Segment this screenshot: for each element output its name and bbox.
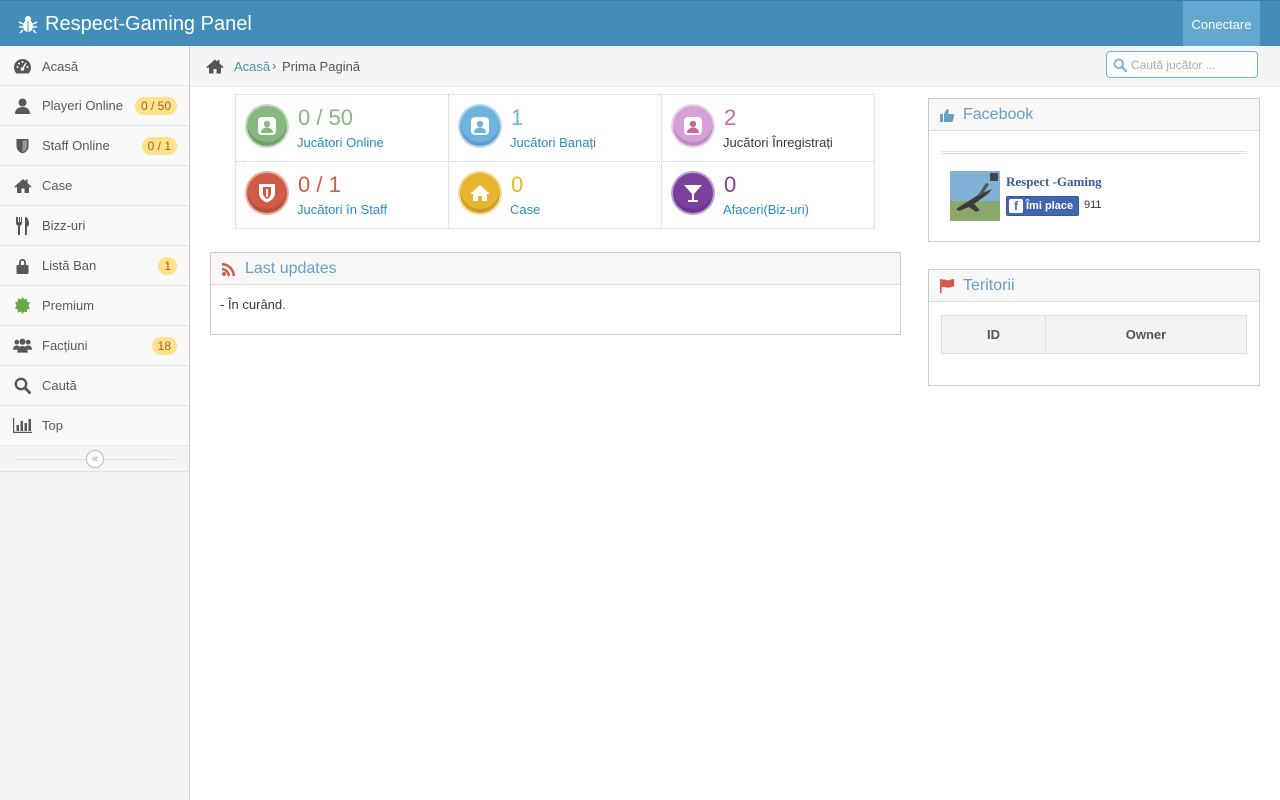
sidebar-item-label: Top [42, 418, 63, 433]
thumbs-up-icon [940, 108, 955, 122]
connect-button[interactable]: Conectare [1183, 1, 1260, 47]
divider [941, 151, 1247, 154]
infobox-link[interactable]: Jucători în Staff [297, 202, 387, 217]
sidebar-item-staff-online[interactable]: Staff Online 0 / 1 [0, 126, 189, 166]
flag-icon [940, 278, 955, 293]
group-icon [13, 336, 32, 355]
infobox-link[interactable]: Jucători Banați [510, 135, 596, 150]
sidebar-item-label: Facțiuni [42, 338, 88, 353]
user-icon [671, 104, 715, 148]
infobox-link[interactable]: Case [510, 202, 540, 217]
sidebar-item-playeri-online[interactable]: Playeri Online 0 / 50 [0, 86, 189, 126]
sidebar-item-premium[interactable]: Premium [0, 286, 189, 326]
like-label: Îmi place [1026, 200, 1074, 212]
teritorii-widget: Teritorii ID Owner [928, 269, 1260, 386]
brand-title: Respect-Gaming Panel [45, 12, 252, 35]
like-count: 911 [1084, 199, 1102, 211]
search-form [1106, 51, 1258, 78]
cutlery-icon [13, 216, 32, 235]
sidebar-item-label: Case [42, 178, 73, 193]
lock-icon [13, 256, 32, 275]
search-icon [13, 376, 32, 395]
facebook-icon: f [1009, 199, 1023, 213]
infobox-jucatori-inregistrati: 2 Jucători Înregistrați [662, 95, 875, 162]
widget-body-text: - În curând. [220, 297, 286, 312]
widget-title: Last updates [245, 259, 337, 277]
sidebar-item-label: Caută [42, 378, 77, 393]
infobox-jucatori-staff: 0 / 1 Jucători în Staff [236, 162, 449, 229]
count-badge: 1 [158, 257, 177, 275]
sidebar-item-label: Acasă [42, 58, 79, 74]
sidebar-collapse: « [0, 446, 189, 472]
brand[interactable]: Respect-Gaming Panel [18, 1, 252, 47]
shield-icon [245, 171, 289, 215]
infobox-value: 0 / 50 [298, 105, 354, 130]
sidebar-item-label: Bizz-uri [42, 218, 86, 233]
infobox-value: 0 / 1 [298, 172, 341, 197]
infobox-value: 0 [724, 172, 737, 197]
navbar: Respect-Gaming Panel Conectare [0, 0, 1280, 47]
sidebar-item-top[interactable]: Top [0, 406, 189, 446]
certificate-icon [13, 296, 32, 315]
infobox-link[interactable]: Afaceri(Biz-uri) [723, 202, 809, 217]
bar-chart-icon [13, 416, 32, 435]
search-icon [1113, 58, 1127, 72]
table-header-row: ID Owner [941, 315, 1247, 354]
sidebar-item-acasa[interactable]: Acasă [0, 46, 189, 86]
infobox-value: 1 [511, 105, 524, 130]
bug-icon [18, 16, 38, 34]
infobox-afaceri: 0 Afaceri(Biz-uri) [662, 162, 875, 229]
sidebar-item-label: Playeri Online [42, 98, 123, 113]
sidebar: Acasă Playeri Online 0 / 50 Staff Online… [0, 46, 190, 800]
sidebar-item-lista-ban[interactable]: Listă Ban 1 [0, 246, 189, 286]
breadcrumb: Acasă › Prima Pagină [190, 46, 1280, 87]
infobox-link[interactable]: Jucători Online [297, 135, 384, 150]
page-avatar[interactable] [950, 171, 1000, 221]
column-header-owner[interactable]: Owner [1045, 315, 1247, 354]
shield-icon [13, 136, 32, 155]
widget-title: Teritorii [963, 276, 1015, 294]
infobox-case: 0 Case [449, 162, 662, 229]
infobox-value: 2 [724, 105, 737, 130]
home-icon[interactable] [206, 57, 224, 75]
facebook-widget: Facebook Respect -Gaming f Îmi place 911 [928, 98, 1260, 242]
user-icon [458, 104, 502, 148]
count-badge: 0 / 50 [134, 97, 177, 115]
home-icon [13, 176, 32, 195]
count-badge: 0 / 1 [141, 137, 177, 155]
rss-icon [222, 262, 235, 276]
count-badge: 18 [151, 337, 177, 355]
sidebar-item-factiuni[interactable]: Facțiuni 18 [0, 326, 189, 366]
double-angle-left-icon[interactable]: « [86, 450, 104, 468]
widget-header: Facebook [929, 99, 1259, 131]
sidebar-item-cauta[interactable]: Caută [0, 366, 189, 406]
breadcrumb-separator: › [272, 58, 277, 73]
breadcrumb-current: Prima Pagină [282, 59, 361, 74]
widget-title: Facebook [963, 105, 1034, 123]
infobox-container: 0 / 50 Jucători Online 1 Jucători Banați… [235, 94, 875, 229]
widget-header: Teritorii [929, 270, 1259, 302]
dashboard-icon [13, 57, 32, 76]
like-button[interactable]: f Îmi place [1006, 196, 1080, 216]
last-updates-widget: Last updates - În curând. [210, 252, 901, 335]
sidebar-item-label: Listă Ban [42, 258, 97, 273]
infobox-jucatori-banati: 1 Jucători Banați [449, 95, 662, 162]
sidebar-item-label: Premium [42, 298, 95, 313]
user-icon [245, 104, 289, 148]
teritorii-table: ID Owner [941, 315, 1247, 354]
infobox-jucatori-online: 0 / 50 Jucători Online [236, 95, 449, 162]
home-icon [458, 171, 502, 215]
column-header-id[interactable]: ID [941, 315, 1046, 354]
sidebar-item-label: Staff Online [42, 138, 110, 153]
user-icon [13, 96, 32, 115]
search-input[interactable] [1131, 55, 1251, 74]
widget-header: Last updates [211, 253, 900, 285]
sidebar-item-case[interactable]: Case [0, 166, 189, 206]
glass-icon [671, 171, 715, 215]
facebook-page-name[interactable]: Respect -Gaming [1006, 174, 1102, 190]
breadcrumb-home-link[interactable]: Acasă [234, 59, 270, 74]
sidebar-item-bizz-uri[interactable]: Bizz-uri [0, 206, 189, 246]
infobox-value: 0 [511, 172, 524, 197]
infobox-label: Jucători Înregistrați [723, 135, 833, 150]
